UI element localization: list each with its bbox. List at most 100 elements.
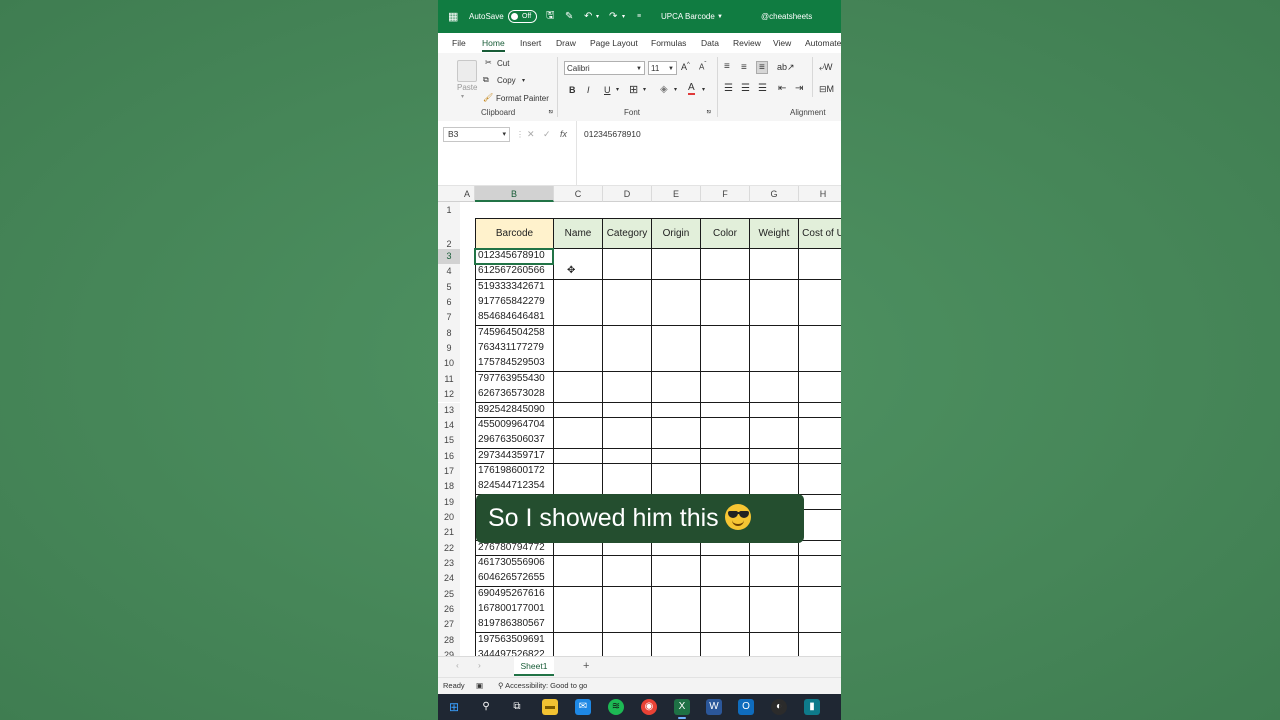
barcode-cell[interactable]: 690495267616: [475, 586, 554, 603]
table-cell[interactable]: [554, 295, 603, 311]
barcode-cell[interactable]: 176198600172: [475, 463, 554, 480]
table-cell[interactable]: [750, 448, 799, 465]
table-cell[interactable]: [652, 463, 701, 480]
table-cell[interactable]: [799, 479, 841, 496]
table-cell[interactable]: [652, 448, 701, 465]
paste-button[interactable]: Paste: [457, 83, 477, 92]
table-header-cell[interactable]: Barcode: [475, 218, 554, 249]
row-header-14[interactable]: 14: [438, 417, 460, 434]
column-header-e[interactable]: E: [652, 186, 701, 202]
customize-toolbar-icon[interactable]: ≡: [637, 0, 641, 33]
table-header-cell[interactable]: Cost of U: [799, 218, 841, 249]
table-cell[interactable]: [603, 387, 652, 403]
table-cell[interactable]: [603, 433, 652, 450]
edit-icon[interactable]: ✎: [565, 0, 573, 33]
row-header-22[interactable]: 22: [438, 540, 460, 556]
table-cell[interactable]: [799, 602, 841, 618]
table-cell[interactable]: [799, 325, 841, 342]
row-header-28[interactable]: 28: [438, 632, 460, 649]
row-header-8[interactable]: 8: [438, 325, 460, 342]
row-header-5[interactable]: 5: [438, 279, 460, 296]
barcode-cell[interactable]: 167800177001: [475, 602, 554, 618]
table-cell[interactable]: [799, 556, 841, 572]
align-middle-icon[interactable]: ≡: [741, 62, 747, 73]
barcode-cell[interactable]: 604626572655: [475, 571, 554, 588]
shrink-font-icon[interactable]: Aˇ: [699, 62, 706, 72]
column-header-a[interactable]: A: [460, 186, 475, 202]
table-cell[interactable]: [750, 264, 799, 281]
table-cell[interactable]: [603, 632, 652, 649]
row-header-21[interactable]: 21: [438, 525, 460, 541]
align-right-icon[interactable]: ☰: [758, 83, 767, 94]
barcode-cell[interactable]: 197563509691: [475, 632, 554, 649]
align-bottom-icon[interactable]: ≡: [756, 61, 768, 74]
barcode-cell[interactable]: 297344359717: [475, 448, 554, 465]
table-cell[interactable]: [701, 648, 750, 656]
table-cell[interactable]: [799, 417, 841, 434]
table-cell[interactable]: [799, 586, 841, 603]
fill-dropdown-icon[interactable]: ▾: [674, 86, 677, 93]
merge-center-button[interactable]: ⊟M: [819, 84, 834, 95]
table-cell[interactable]: [750, 433, 799, 450]
undo-icon[interactable]: ↶: [584, 0, 592, 33]
row-header-4[interactable]: 4: [438, 264, 460, 280]
align-left-icon[interactable]: ☰: [724, 83, 733, 94]
table-header-cell[interactable]: Color: [701, 218, 750, 249]
font-color-icon[interactable]: A: [688, 83, 695, 95]
table-cell[interactable]: [799, 264, 841, 281]
table-cell[interactable]: [750, 540, 799, 557]
cancel-icon[interactable]: ✕: [527, 127, 535, 142]
table-cell[interactable]: [701, 602, 750, 618]
row-header-13[interactable]: 13: [438, 402, 460, 418]
table-cell[interactable]: [603, 279, 652, 296]
column-header-d[interactable]: D: [603, 186, 652, 202]
borders-icon[interactable]: ⊞: [629, 83, 638, 96]
table-header-cell[interactable]: Name: [554, 218, 603, 249]
table-cell[interactable]: [799, 371, 841, 388]
table-cell[interactable]: [799, 402, 841, 419]
table-cell[interactable]: [652, 402, 701, 419]
enter-icon[interactable]: ✓: [543, 127, 551, 142]
autosave-toggle[interactable]: Off: [508, 10, 537, 23]
table-cell[interactable]: [750, 632, 799, 649]
sheet-tab-sheet1[interactable]: Sheet1: [514, 657, 554, 676]
add-sheet-button[interactable]: +: [583, 660, 589, 672]
table-cell[interactable]: [799, 356, 841, 373]
table-cell[interactable]: [554, 387, 603, 403]
table-cell[interactable]: [750, 602, 799, 618]
table-cell[interactable]: [603, 310, 652, 327]
table-cell[interactable]: [554, 356, 603, 373]
barcode-cell[interactable]: 854684646481: [475, 310, 554, 327]
table-cell[interactable]: [750, 325, 799, 342]
table-cell[interactable]: [554, 433, 603, 450]
copy-button[interactable]: Copy: [497, 76, 516, 85]
table-cell[interactable]: [554, 617, 603, 634]
table-cell[interactable]: [603, 602, 652, 618]
paste-icon[interactable]: [457, 60, 477, 82]
table-cell[interactable]: [554, 448, 603, 465]
row-header-12[interactable]: 12: [438, 387, 460, 403]
row-header-16[interactable]: 16: [438, 448, 460, 464]
table-cell[interactable]: [750, 479, 799, 496]
table-cell[interactable]: [750, 341, 799, 357]
table-cell[interactable]: [701, 295, 750, 311]
table-header-cell[interactable]: Weight: [750, 218, 799, 249]
barcode-cell[interactable]: 455009964704: [475, 417, 554, 434]
underline-button[interactable]: U: [604, 85, 611, 95]
table-cell[interactable]: [554, 310, 603, 327]
tab-formulas[interactable]: Formulas: [651, 33, 686, 53]
table-cell[interactable]: [799, 448, 841, 465]
table-cell[interactable]: [652, 632, 701, 649]
table-cell[interactable]: [701, 341, 750, 357]
row-header-19[interactable]: 19: [438, 494, 460, 510]
tab-page-layout[interactable]: Page Layout: [590, 33, 638, 53]
row-header-3[interactable]: 3: [438, 249, 460, 265]
table-cell[interactable]: [603, 402, 652, 419]
row-header-24[interactable]: 24: [438, 571, 460, 587]
table-cell[interactable]: [750, 648, 799, 656]
barcode-cell[interactable]: 819786380567: [475, 617, 554, 634]
table-cell[interactable]: [701, 571, 750, 588]
macro-icon[interactable]: ▣: [476, 678, 483, 694]
table-cell[interactable]: [799, 648, 841, 656]
table-cell[interactable]: [750, 249, 799, 265]
